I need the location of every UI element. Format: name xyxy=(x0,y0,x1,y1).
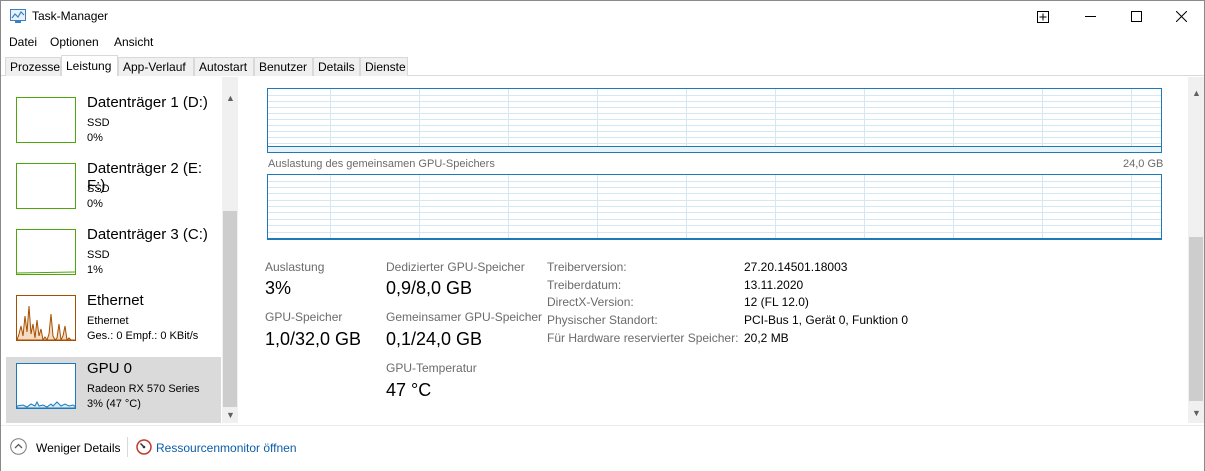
device-name: Datenträger 3 (C:) xyxy=(87,226,208,243)
task-manager-window: Task-Manager Datei Optionen Ansicht Proz… xyxy=(0,0,1205,471)
physical-location-label: Physischer Standort: xyxy=(547,313,658,327)
scroll-down-icon[interactable]: ▼ xyxy=(1192,408,1201,418)
device-list: Datenträger 1 (D:) SSD 0% Datenträger 2 … xyxy=(1,77,239,425)
scroll-up-icon[interactable]: ▲ xyxy=(1192,88,1201,98)
details-scrollbar-thumb[interactable] xyxy=(1189,237,1203,401)
open-resource-monitor-link[interactable]: Ressourcenmonitor öffnen xyxy=(156,441,297,455)
window-title: Task-Manager xyxy=(32,9,109,23)
shared-memory-graph-caption: Auslastung des gemeinsamen GPU-Speichers xyxy=(268,158,495,170)
driver-date-label: Treiberdatum: xyxy=(547,278,622,292)
close-button[interactable] xyxy=(1158,1,1204,32)
menu-datei[interactable]: Datei xyxy=(9,35,37,49)
device-type: SSD xyxy=(87,183,110,195)
gpu-dedicated-memory-graph xyxy=(267,88,1162,153)
minimize-button[interactable] xyxy=(1067,1,1113,32)
ethernet-thumbnail-graph xyxy=(16,295,76,341)
device-item-gpu-0[interactable]: GPU 0 Radeon RX 570 Series 3% (47 °C) xyxy=(6,357,221,423)
device-usage: Ges.: 0 Empf.: 0 KBit/s xyxy=(87,330,199,342)
dedicated-memory-label: Dedizierter GPU-Speicher xyxy=(386,260,525,274)
device-name: GPU 0 xyxy=(87,360,133,377)
scroll-down-icon[interactable]: ▼ xyxy=(226,410,235,420)
device-name: Datenträger 1 (D:) xyxy=(87,94,208,111)
scroll-up-icon[interactable]: ▲ xyxy=(226,93,235,103)
gpu-shared-memory-graph xyxy=(267,174,1162,240)
tab-autostart[interactable]: Autostart xyxy=(194,57,254,76)
minimize-icon xyxy=(1084,16,1096,17)
driver-version-label: Treiberversion: xyxy=(547,260,627,274)
maximize-button[interactable] xyxy=(1113,1,1159,32)
utilization-value: 3% xyxy=(265,278,292,298)
disk-2-thumbnail-graph xyxy=(16,163,76,209)
task-manager-icon xyxy=(10,9,26,23)
tab-benutzer[interactable]: Benutzer xyxy=(254,57,313,76)
footer-separator xyxy=(127,437,128,457)
device-name: Ethernet xyxy=(87,292,144,309)
device-usage: 3% (47 °C) xyxy=(87,398,141,410)
device-type: Radeon RX 570 Series xyxy=(87,383,200,395)
device-type: Ethernet xyxy=(87,315,129,327)
disk-1-thumbnail-graph xyxy=(16,97,76,143)
tab-leistung[interactable]: Leistung xyxy=(61,55,118,76)
utilization-label: Auslastung xyxy=(265,260,325,274)
driver-version-value: 27.20.14501.18003 xyxy=(744,260,848,274)
shared-memory-value: 0,1/24,0 GB xyxy=(386,329,483,349)
gpu-memory-label: GPU-Speicher xyxy=(265,310,343,324)
reserved-memory-label: Für Hardware reservierter Speicher: xyxy=(547,331,739,345)
maximize-icon xyxy=(1130,11,1142,22)
device-usage: 1% xyxy=(87,264,103,276)
menu-bar: Datei Optionen Ansicht xyxy=(1,32,1204,52)
device-type: SSD xyxy=(87,117,110,129)
title-bar[interactable]: Task-Manager xyxy=(1,1,1204,32)
tab-app-verlauf[interactable]: App-Verlauf xyxy=(118,57,194,76)
reserved-memory-value: 20,2 MB xyxy=(744,331,789,345)
physical-location-value: PCI-Bus 1, Gerät 0, Funktion 0 xyxy=(744,313,909,327)
compact-view-icon xyxy=(1037,10,1049,23)
device-list-scrollbar-thumb[interactable] xyxy=(223,211,237,407)
tab-prozesse[interactable]: Prozesse xyxy=(5,57,61,76)
directx-version-value: 12 (FL 12.0) xyxy=(744,295,809,309)
menu-ansicht[interactable]: Ansicht xyxy=(114,35,153,49)
tab-dienste[interactable]: Dienste xyxy=(360,57,408,76)
device-item-disk-2[interactable]: Datenträger 2 (E: F:) SSD 0% xyxy=(6,157,221,223)
chevron-up-circle-icon[interactable] xyxy=(10,438,27,455)
disk-3-thumbnail-graph xyxy=(16,229,76,275)
footer-bar: Weniger Details Ressourcenmonitor öffnen xyxy=(1,425,1204,471)
gpu-0-thumbnail-graph xyxy=(16,363,76,409)
device-item-disk-1[interactable]: Datenträger 1 (D:) SSD 0% xyxy=(6,91,221,157)
device-item-ethernet[interactable]: Ethernet Ethernet Ges.: 0 Empf.: 0 KBit/… xyxy=(6,289,221,355)
gpu-temperature-value: 47 °C xyxy=(386,380,432,400)
driver-date-value: 13.11.2020 xyxy=(744,278,804,292)
device-usage: 0% xyxy=(87,198,103,210)
compact-view-button[interactable] xyxy=(1020,1,1066,32)
gpu-temperature-label: GPU-Temperatur xyxy=(386,361,477,375)
tab-details[interactable]: Details xyxy=(313,57,360,76)
fewer-details-button[interactable]: Weniger Details xyxy=(36,441,120,455)
shared-memory-label: Gemeinsamer GPU-Speicher xyxy=(386,310,543,324)
dedicated-memory-value: 0,9/8,0 GB xyxy=(386,278,473,298)
device-type: SSD xyxy=(87,249,110,261)
directx-version-label: DirectX-Version: xyxy=(547,295,634,309)
resource-monitor-icon xyxy=(136,439,152,455)
menu-optionen[interactable]: Optionen xyxy=(50,35,99,49)
device-item-disk-3[interactable]: Datenträger 3 (C:) SSD 1% xyxy=(6,223,221,289)
gpu-memory-value: 1,0/32,0 GB xyxy=(265,329,362,349)
shared-memory-graph-max: 24,0 GB xyxy=(1123,158,1164,170)
close-icon xyxy=(1175,11,1187,22)
tab-strip: Prozesse Leistung App-Verlauf Autostart … xyxy=(1,55,1204,76)
device-usage: 0% xyxy=(87,132,103,144)
